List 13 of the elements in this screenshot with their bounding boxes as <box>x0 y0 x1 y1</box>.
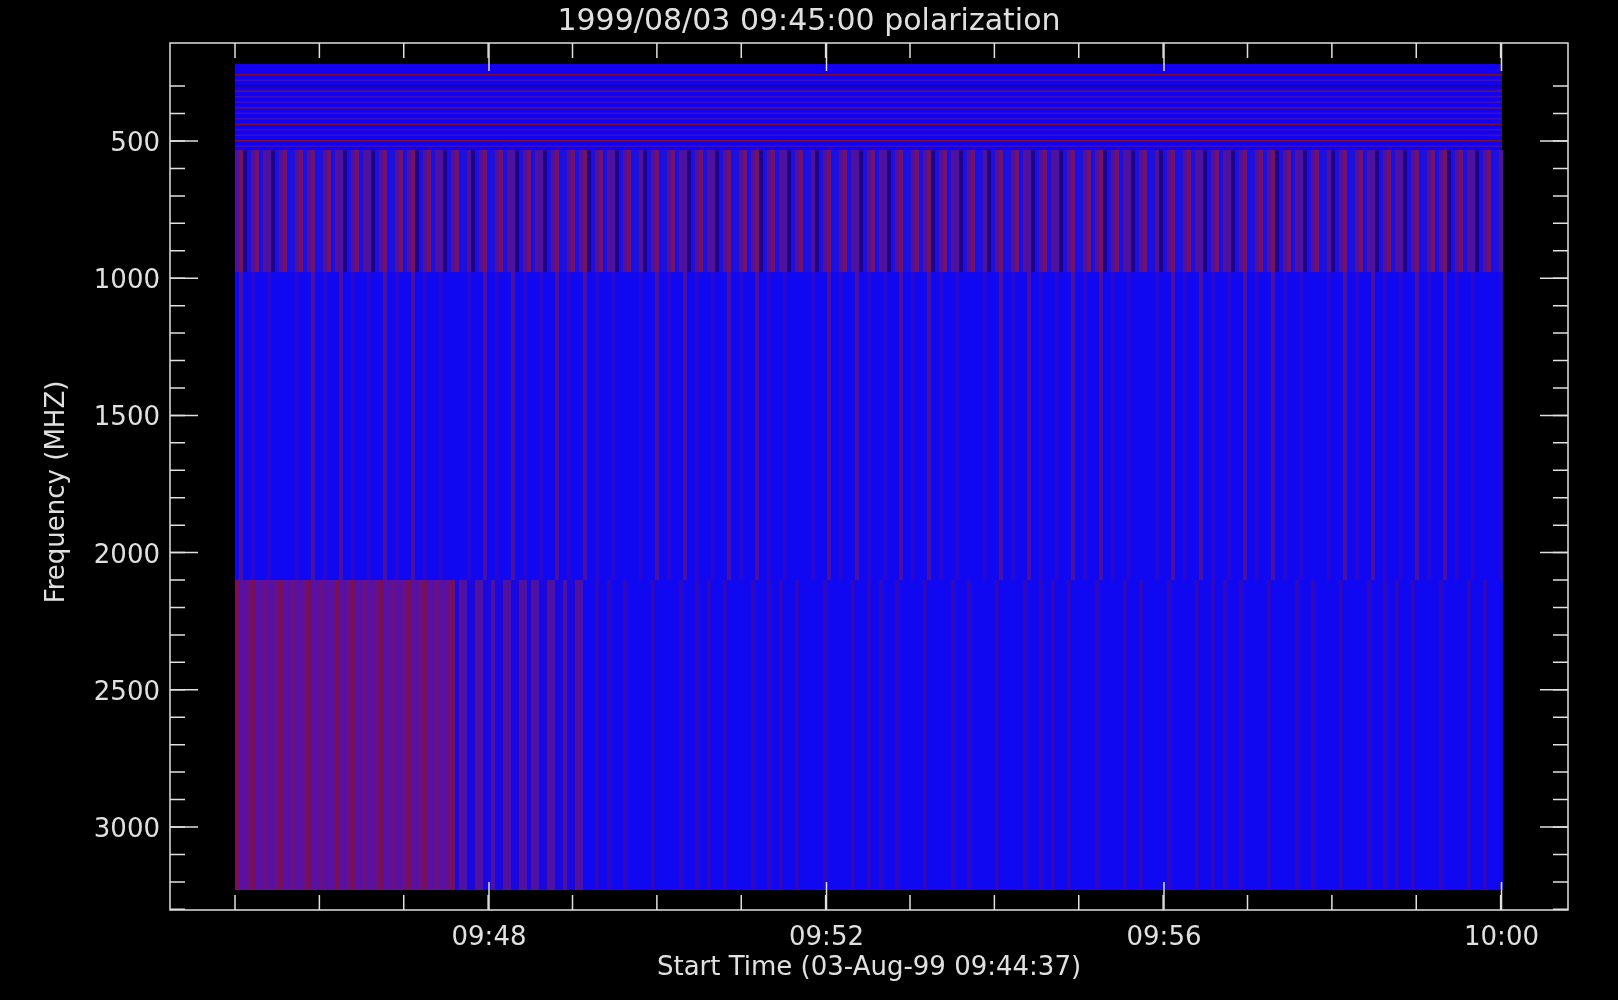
x-tick-label: 09:52 <box>789 921 864 951</box>
x-tick-label: 09:56 <box>1126 921 1202 951</box>
plot-title: 1999/08/03 09:45:00 polarization <box>557 1 1061 39</box>
y-tick-label: 3000 <box>93 813 160 843</box>
y-tick-label: 1000 <box>93 264 160 295</box>
y-tick-label: 2500 <box>93 675 160 706</box>
y-tick-label: 500 <box>110 127 160 157</box>
y-tick-label: 2000 <box>93 538 160 569</box>
x-tick-label: 10:00 <box>1464 921 1539 951</box>
x-axis-label: Start Time (03-Aug-99 09:44:37) <box>656 951 1082 981</box>
y-tick-label: 1500 <box>93 401 160 432</box>
y-axis-label: Frequency (MHZ) <box>40 380 70 604</box>
x-tick-label: 09:48 <box>451 921 527 951</box>
